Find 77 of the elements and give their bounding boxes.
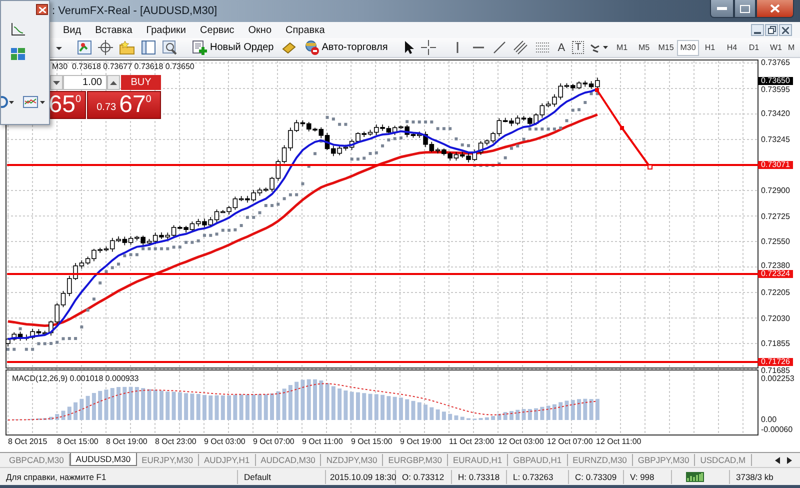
price-axis-label: 0.72030 [761,314,790,322]
timeframe-button[interactable]: M [787,40,799,56]
timeframe-button[interactable]: M15 [655,40,677,56]
chart-tab[interactable]: AUDJPY,H1 [198,454,256,466]
chart-tab[interactable]: EURAUD,H1 [448,454,508,466]
timeframe-button[interactable]: H1 [699,40,721,56]
buy-button[interactable]: BUY [121,75,161,90]
time-axis-label: 9 Oct 11:00 [302,437,343,446]
macd-axis-label: 0.00 [761,416,777,424]
menu-item[interactable]: Сервис [193,24,242,36]
time-axis-label: 8 Oct 19:00 [106,437,148,446]
price-level-tag: 0.72324 [758,270,793,278]
time-axis-label: 8 Oct 2015 [8,437,48,446]
time-axis-label: 9 Oct 03:00 [204,437,246,446]
time-axis-label: 12 Oct 03:00 [498,437,544,446]
macd-axis-label: -0.00060 [761,426,793,434]
chart-tab[interactable]: AUDCAD,M30 [256,454,322,466]
chart-tab[interactable]: NZDJPY,M30 [321,454,384,466]
status-help-text: Для справки, нажмите F1 [0,470,238,484]
chart-header: M30 0.73618 0.73677 0.73618 0.73650 [52,62,194,71]
time-axis-label: 12 Oct 11:00 [596,437,642,446]
text-tool-button[interactable]: A [554,42,568,54]
current-price-tag: 0.73650 [758,77,793,85]
price-axis-label: 0.72205 [761,289,790,297]
time-axis-label: 9 Oct 07:00 [253,437,294,446]
price-axis-label: 0.72725 [761,212,790,220]
price-axis-label: 0.71855 [761,340,790,348]
menu-item[interactable]: Вид [56,24,88,36]
time-axis-label: 11 Oct 23:00 [449,437,494,446]
time-axis-label: 9 Oct 15:00 [351,437,392,446]
status-close: C: 0.73309 [569,470,624,484]
price-axis-label: 0.72380 [761,262,790,270]
price-axis-label: 0.72900 [761,187,790,195]
menu-item[interactable]: Графики [139,24,194,36]
new-order-button[interactable]: Новый Ордер [188,40,278,55]
price-axis-label: 0.73765 [761,59,790,67]
chart-tab[interactable]: USDCAD,M [695,454,752,466]
chart-tab[interactable]: EURGBP,M30 [383,454,448,466]
price-axis-label: 0.73420 [761,110,790,118]
macd-axis-label: 0.002253 [761,375,794,383]
status-profile: Default [238,470,326,484]
menu-item[interactable]: Вставка [88,24,140,36]
status-time: 2015.10.09 18:30 [326,470,396,484]
status-low: L: 0.73263 [507,470,569,484]
price-level-tag: 0.71726 [758,358,793,366]
window-title: : VerumFX-Real - [AUDUSD,M30] [52,5,218,17]
chart-tab[interactable]: GBPJPY,M30 [632,454,696,466]
status-high: H: 0.73318 [452,470,507,484]
time-axis-label: 12 Oct 07:00 [547,437,593,446]
timeframe-button[interactable]: M1 [611,40,633,56]
timeframe-button[interactable]: D1 [743,40,765,56]
time-axis-label: 9 Oct 19:00 [400,437,442,446]
chart-tab[interactable]: EURJPY,M30 [136,454,199,466]
price-level-tag: 0.73071 [758,161,793,169]
time-axis-label: 8 Oct 15:00 [57,437,98,446]
price-axis-label: 0.73245 [761,136,790,144]
menu-item[interactable]: Окно [241,24,279,36]
status-traffic: 3738/3 kb [735,470,774,484]
price-axis-label: 0.71685 [761,366,790,374]
chart-tab[interactable]: AUDUSD,M30 [70,453,137,466]
status-volume: V: 998 [624,470,672,484]
buy-price-button[interactable]: 0.73 67$^{0}$ [87,91,161,119]
chart-tab[interactable]: EURNZD,M30 [568,454,633,466]
timeframe-button[interactable]: M5 [633,40,655,56]
price-axis-label: 0.73595 [761,86,790,94]
status-open: O: 0.73312 [396,470,452,484]
menu-item[interactable]: Справка [278,24,332,36]
macd-label: MACD(12,26,9) 0.001018 0.000933 [12,374,139,383]
timeframe-button[interactable]: W1 [765,40,787,56]
time-axis-label: 8 Oct 23:00 [155,437,196,446]
lot-input-field[interactable]: 1.00 [63,75,107,90]
price-axis-label: 0.72550 [761,238,790,246]
chart-tab[interactable]: GBPAUD,H1 [508,454,568,466]
auto-trading-button[interactable]: Авто-торговля [300,40,392,55]
text-label-tool-button[interactable]: T [572,41,584,54]
timeframe-button[interactable]: M30 [677,40,699,56]
timeframe-button[interactable]: H4 [721,40,743,56]
